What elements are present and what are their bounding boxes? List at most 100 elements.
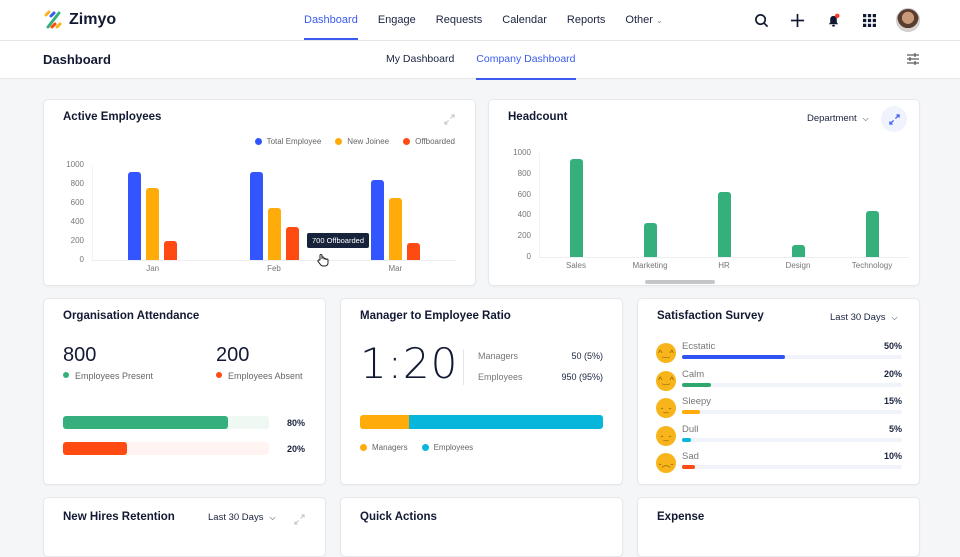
x-tick-label: Design	[785, 261, 811, 270]
managers-value: 50 (5%)	[571, 351, 603, 361]
legend-label: Employees	[433, 443, 474, 452]
survey-label: Calm	[682, 368, 705, 380]
bar-feb-offboarded[interactable]	[285, 226, 299, 260]
bell-icon[interactable]	[824, 11, 842, 29]
top-actions	[752, 8, 920, 32]
horizontal-scrollbar[interactable]	[645, 280, 715, 284]
nav-label: Reports	[566, 14, 606, 26]
survey-percent: 50%	[883, 341, 902, 351]
x-tick-label: Sales	[565, 261, 586, 270]
bar-marketing[interactable]	[643, 222, 657, 257]
bar-mar-offboarded[interactable]	[406, 243, 420, 260]
legend-label: Total Employee	[266, 137, 322, 146]
headcount-card: Headcount Department ⌵ 0 200 400 600 800 1000 S…	[488, 99, 920, 286]
nav-label: Dashboard	[304, 14, 358, 26]
survey-percent: 20%	[883, 368, 902, 379]
hand-cursor-icon	[316, 253, 330, 272]
customize-sliders-icon[interactable]	[906, 52, 920, 71]
card-title: New Hires Retention	[63, 511, 175, 523]
legend-label: Managers	[372, 443, 408, 452]
nav-label: Other	[625, 14, 653, 26]
legend-label: New Joinee	[347, 137, 390, 146]
survey-label: Sleepy	[682, 396, 712, 407]
x-tick-label: Mar	[388, 264, 403, 273]
app-name: Zimyo	[69, 11, 117, 28]
bar-design[interactable]	[791, 245, 805, 257]
managers-segment	[360, 415, 409, 429]
progress-fill	[682, 355, 786, 359]
chevron-down-icon: ⌵	[891, 313, 898, 322]
chart-legend: Total Employee New Joinee Offboarded	[254, 137, 455, 146]
x-axis-line	[92, 260, 456, 261]
main-nav: Dashboard Engage Requests Calendar Repor…	[304, 0, 683, 40]
bar-mar-new-joinee[interactable]	[388, 198, 402, 260]
nav-requests[interactable]: Requests	[436, 0, 482, 40]
legend-item-total-employee[interactable]: Total Employee	[254, 137, 322, 146]
bar-mar-total-employee[interactable]	[370, 180, 384, 260]
dropdown-label: Last 30 Days	[830, 312, 886, 323]
absent-percent: 20%	[287, 444, 306, 454]
label-text: Employees Absent	[228, 371, 303, 381]
chevron-down-icon: ⌵	[269, 513, 276, 522]
logo[interactable]: Zimyo	[43, 10, 116, 30]
nav-other[interactable]: Other ⌄	[625, 0, 662, 40]
expense-card: Expense	[637, 497, 920, 557]
department-dropdown[interactable]: Department ⌵	[807, 113, 869, 124]
emoji-dull-icon: -_-	[656, 425, 676, 446]
legend-item-employees: Employees	[421, 443, 474, 452]
search-icon[interactable]	[752, 11, 770, 29]
present-count: 800	[63, 344, 97, 366]
legend-item-offboarded[interactable]: Offboarded	[403, 137, 455, 146]
tab-company-dashboard[interactable]: Company Dashboard	[476, 41, 576, 80]
progress-fill	[682, 437, 691, 442]
y-tick-label: 600	[517, 189, 531, 199]
period-dropdown[interactable]: Last 30 Days ⌵	[830, 312, 898, 323]
card-title: Quick Actions	[360, 511, 437, 523]
tab-my-dashboard[interactable]: My Dashboard	[386, 41, 454, 79]
progress-fill	[63, 416, 228, 429]
absent-dot	[216, 372, 222, 378]
legend-item-new-joinee[interactable]: New Joinee	[335, 137, 389, 146]
nav-dashboard[interactable]: Dashboard	[304, 0, 358, 40]
bar-jan-offboarded[interactable]	[164, 241, 178, 260]
period-dropdown[interactable]: Last 30 Days ⌵	[208, 512, 276, 523]
bar-technology[interactable]	[865, 210, 879, 257]
new-hires-retention-card: New Hires Retention Last 30 Days ⌵	[43, 497, 326, 557]
expand-icon[interactable]	[881, 106, 907, 132]
apps-grid-icon[interactable]	[860, 11, 878, 29]
emoji-sleepy-icon: -_-	[656, 398, 676, 418]
nav-engage[interactable]: Engage	[378, 0, 416, 40]
bar-feb-new-joinee[interactable]	[267, 208, 281, 260]
expand-icon[interactable]	[444, 112, 455, 130]
y-tick-label: 600	[70, 198, 84, 207]
y-tick-label: 800	[517, 168, 531, 178]
bar-jan-new-joinee[interactable]	[146, 187, 160, 260]
absent-count: 200	[216, 344, 250, 366]
card-title: Satisfaction Survey	[657, 310, 764, 322]
expand-icon[interactable]	[294, 512, 305, 530]
avatar[interactable]	[896, 8, 920, 32]
survey-progress	[682, 437, 902, 442]
card-title: Headcount	[508, 111, 568, 123]
bar-sales[interactable]	[569, 159, 583, 257]
nav-calendar[interactable]: Calendar	[502, 0, 547, 40]
bar-feb-total-employee[interactable]	[249, 171, 263, 260]
survey-label: Dull	[682, 423, 699, 435]
y-tick-label: 200	[70, 236, 84, 245]
y-tick-label: 0	[79, 255, 84, 264]
legend-dot	[360, 444, 367, 451]
y-tick-label: 400	[70, 217, 84, 226]
card-title: Manager to Employee Ratio	[360, 310, 511, 322]
top-navbar: Zimyo Dashboard Engage Requests Calendar…	[0, 0, 960, 41]
nav-reports[interactable]: Reports	[567, 0, 606, 40]
emoji-sad-icon: -︵-	[656, 453, 676, 473]
y-axis-line	[539, 153, 540, 257]
bar-tooltip: 700 Offboarded	[307, 233, 369, 248]
bar-hr[interactable]	[717, 192, 731, 257]
plus-icon[interactable]	[788, 11, 806, 29]
managers-label: Managers	[478, 351, 519, 361]
bar-jan-total-employee[interactable]	[128, 171, 142, 260]
survey-item-calm: ^‿^ Calm 20%	[656, 369, 902, 395]
active-employees-card: Active Employees Total Employee New Join…	[43, 99, 476, 286]
employees-value: 950 (95%)	[561, 372, 603, 382]
